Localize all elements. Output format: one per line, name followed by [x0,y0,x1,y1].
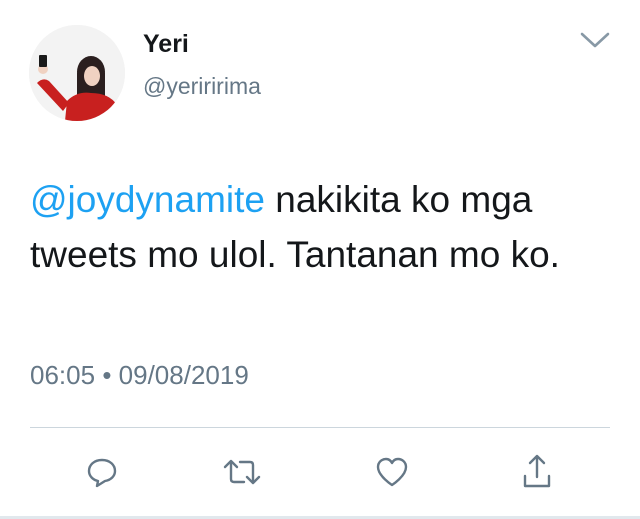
share-icon [523,454,551,488]
avatar-image [29,25,125,121]
mention-link[interactable]: @joydynamite [30,179,265,220]
tweet-time: 06:05 [30,360,96,390]
like-icon [376,457,408,487]
tweet-card: Yeri @yeriririma @joydynamite nakikita k… [0,0,640,519]
divider [30,427,610,428]
timestamp-separator: • [102,360,112,390]
tweet-text: @joydynamite nakikita ko mga tweets mo u… [30,172,620,282]
display-name[interactable]: Yeri [143,30,189,59]
retweet-button[interactable] [220,450,264,494]
action-bar [0,450,640,500]
share-button[interactable] [515,450,559,494]
timestamp[interactable]: 06:05 • 09/08/2019 [30,360,249,391]
tweet-date: 09/08/2019 [118,360,249,390]
reply-icon [87,458,117,488]
avatar[interactable] [29,25,125,121]
retweet-icon [223,459,261,485]
user-handle[interactable]: @yeriririma [143,73,261,100]
like-button[interactable] [370,450,414,494]
chevron-down-icon[interactable] [578,27,612,53]
reply-button[interactable] [80,450,124,494]
